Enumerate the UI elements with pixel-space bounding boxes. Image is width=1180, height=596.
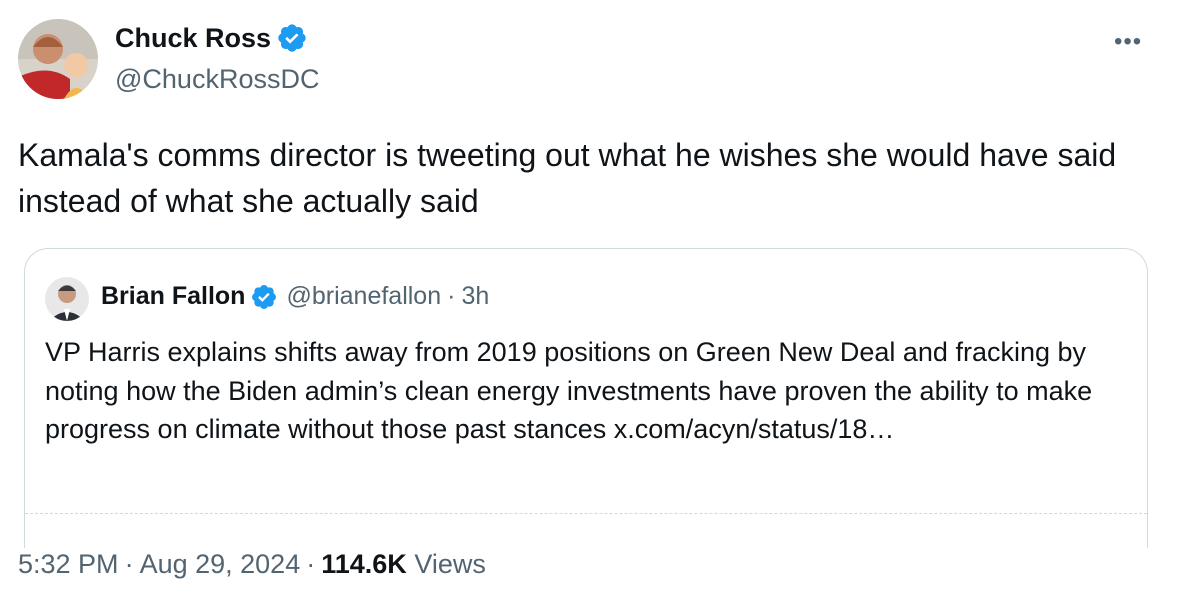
meta-separator: · <box>124 549 134 579</box>
quoted-tweet-text: VP Harris explains shifts away from 2019… <box>45 337 1093 444</box>
tweet-meta: 5:32 PM · Aug 29, 2024 · 114.6K Views <box>18 549 486 580</box>
quoted-timestamp[interactable]: 3h <box>461 282 489 311</box>
quoted-media-divider <box>25 513 1147 514</box>
author-avatar[interactable] <box>18 19 98 99</box>
quoted-separator: · <box>447 282 456 310</box>
verified-badge-icon[interactable] <box>276 22 308 54</box>
author-name-row: Chuck Ross <box>115 22 308 54</box>
views-label: Views <box>414 549 486 579</box>
quoted-author-avatar[interactable] <box>45 277 89 321</box>
author-name[interactable]: Chuck Ross <box>115 23 271 54</box>
author-handle[interactable]: @ChuckRossDC <box>115 64 319 95</box>
tweet-text: Kamala's comms director is tweeting out … <box>18 137 1117 219</box>
quoted-tweet-card[interactable]: Brian Fallon @brianefallon · 3h VP Harri… <box>24 248 1148 548</box>
tweet-time[interactable]: 5:32 PM <box>18 549 119 579</box>
quoted-author-handle[interactable]: @brianefallon <box>286 282 441 311</box>
tweet-date[interactable]: Aug 29, 2024 <box>140 549 301 579</box>
quoted-verified-badge-icon[interactable] <box>250 283 278 311</box>
meta-separator-2: · <box>306 549 316 579</box>
quoted-author-name[interactable]: Brian Fallon <box>101 282 245 311</box>
quoted-header: Brian Fallon @brianefallon · 3h <box>101 282 489 311</box>
more-options-icon[interactable]: ••• <box>1114 28 1142 56</box>
views-count: 114.6K <box>321 549 407 579</box>
